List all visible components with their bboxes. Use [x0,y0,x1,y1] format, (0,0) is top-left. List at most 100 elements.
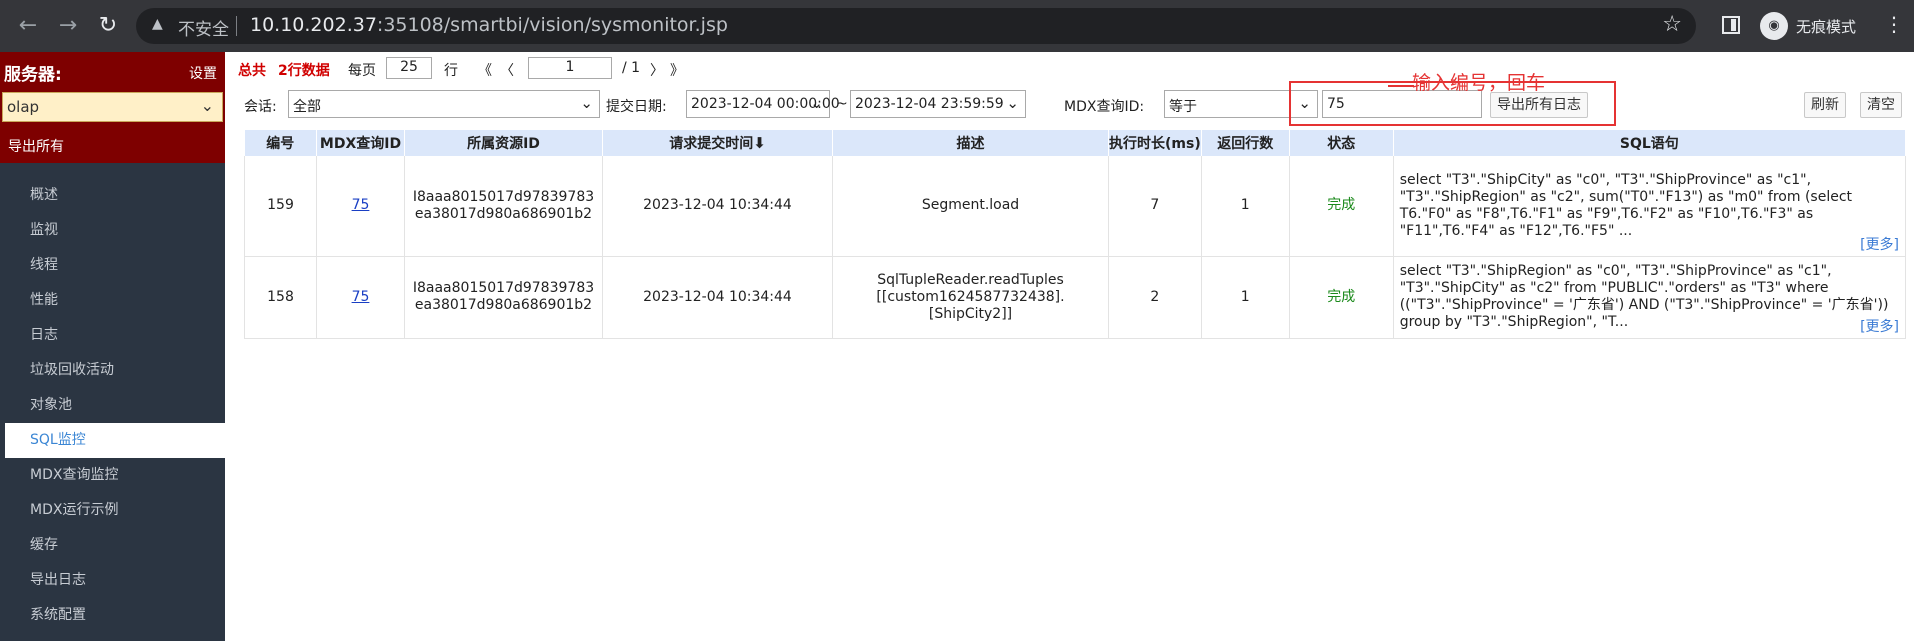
clear-button[interactable]: 清空 [1860,92,1902,118]
operator-value: 等于 [1169,99,1197,115]
sidebar-item-object-pool[interactable]: 对象池 [0,388,225,423]
more-link[interactable]: [更多] [1860,319,1899,336]
total-label: 总共 [238,63,266,79]
first-page-icon[interactable]: 《 [478,60,492,80]
per-page-label: 每页 [348,63,376,79]
cell-duration: 7 [1108,156,1202,257]
chevron-down-icon: ⌄ [810,94,823,112]
column-header[interactable]: 执行时长(ms) [1108,130,1202,156]
sidebar-item-cache[interactable]: 缓存 [0,528,225,563]
prev-page-icon[interactable]: 〈 [500,60,514,80]
annotation-text: 输入编号，回车 [1412,72,1546,94]
last-page-icon[interactable]: 》 [670,60,684,80]
per-page-input[interactable]: 25 [386,57,432,79]
settings-link[interactable]: 设置 [189,63,217,83]
session-select[interactable]: 全部 ⌄ [288,90,600,118]
sidebar-item-sql-monitor[interactable]: SQL监控 [5,423,225,458]
sidebar-item-gc-activity[interactable]: 垃圾回收活动 [0,353,225,388]
side-panel-icon[interactable] [1722,16,1740,34]
sidebar-item-monitor[interactable]: 监视 [0,213,225,248]
main-content: 总共 2行数据 每页 25 行 《 〈 1 / 1 〉 》 会话: 全部 ⌄ 提… [232,52,1914,641]
cell-status: 完成 [1289,156,1394,257]
sidebar-item-export-logs[interactable]: 导出日志 [0,563,225,598]
chevron-down-icon: ⌄ [200,96,214,115]
column-header[interactable]: 编号 [244,130,317,156]
url-text[interactable]: 10.10.202.37:35108/smartbi/vision/sysmon… [250,14,728,36]
sidebar-item-system-config[interactable]: 系统配置 [0,598,225,633]
cell-description: SqlTupleReader.readTuples [[custom162458… [832,256,1109,339]
sidebar-item-performance[interactable]: 性能 [0,283,225,318]
sql-text: select "T3"."ShipCity" as "c0", "T3"."Sh… [1399,171,1853,239]
cell-id: 158 [244,256,317,339]
mdx-id-link[interactable]: 75 [352,289,370,305]
refresh-button[interactable]: 刷新 [1804,92,1846,118]
more-link[interactable]: [更多] [1860,237,1899,254]
session-select-value: 全部 [293,99,321,115]
column-header[interactable]: SQL语句 [1393,130,1907,156]
annotation-line [1388,85,1414,87]
more-menu-icon[interactable]: ⋮ [1884,12,1904,36]
date-to-value: 2023-12-04 23:59:59 [855,96,1004,112]
warning-icon[interactable]: ▲ [152,16,163,32]
incognito-label: 无痕模式 [1796,18,1857,36]
mdx-id-link[interactable]: 75 [352,197,370,213]
column-header-label: 请求提交时间 [669,136,754,152]
filter-bar: 会话: 全部 ⌄ 提交日期: 2023-12-04 00:00:00 ⌄ ~ 2… [232,88,1914,122]
sidebar-item-overview[interactable]: 概述 [0,178,225,213]
cell-mdx-id: 75 [316,156,405,257]
column-header[interactable]: 所属资源ID [404,130,603,156]
export-all-link[interactable]: 导出所有 [8,136,64,156]
server-panel: 服务器: 设置 olap ⌄ 导出所有 [0,52,225,163]
session-label: 会话: [244,99,277,115]
column-header[interactable]: MDX查询ID [316,130,405,156]
date-from-select[interactable]: 2023-12-04 00:00:00 ⌄ [686,90,840,118]
sidebar-item-mdx-run-example[interactable]: MDX运行示例 [0,493,225,528]
cell-rows: 1 [1201,156,1290,257]
cell-status: 完成 [1289,256,1394,339]
column-header[interactable]: 返回行数 [1201,130,1290,156]
cell-mdx-id: 75 [316,256,405,339]
mdx-id-label: MDX查询ID: [1064,99,1145,115]
url-path: :35108/smartbi/vision/sysmonitor.jsp [376,14,728,36]
forward-icon[interactable]: → [54,12,82,40]
incognito-icon: ◉ [1760,12,1788,40]
sidebar-item-logs[interactable]: 日志 [0,318,225,353]
cell-resource-id: I8aaa8015017d97839783ea38017d980a686901b… [404,156,603,257]
date-label: 提交日期: [606,99,667,115]
table-row[interactable]: 158 75 I8aaa8015017d97839783ea38017d980a… [244,256,1907,339]
next-page-icon[interactable]: 〉 [650,60,664,80]
cell-sql: select "T3"."ShipRegion" as "c0", "T3"."… [1393,256,1907,339]
address-bar[interactable]: ▲ 不安全 10.10.202.37:35108/smartbi/vision/… [136,8,1696,44]
page-input[interactable]: 1 [528,57,612,79]
total-count: 2行数据 [278,63,330,79]
cell-rows: 1 [1201,256,1290,339]
divider [236,16,237,36]
reload-icon[interactable]: ↻ [94,12,122,40]
table-header-row: 编号 MDX查询ID 所属资源ID 请求提交时间⬇ 描述 执行时长(ms) 返回… [244,130,1907,156]
column-header[interactable]: 描述 [832,130,1109,156]
cell-description: Segment.load [832,156,1109,257]
insecure-label[interactable]: 不安全 [178,15,229,40]
incognito-indicator[interactable]: ◉ 无痕模式 [1760,10,1896,42]
cell-submit-time: 2023-12-04 10:34:44 [602,156,833,257]
date-to-select[interactable]: 2023-12-04 23:59:59 ⌄ [850,90,1026,118]
date-range-separator: ~ [836,96,848,112]
sidebar-menu: 概述 监视 线程 性能 日志 垃圾回收活动 对象池 SQL监控 MDX查询监控 … [0,178,225,633]
rows-label: 行 [444,63,458,79]
column-header-submit-time[interactable]: 请求提交时间⬇ [602,130,833,156]
cell-id: 159 [244,156,317,257]
back-icon[interactable]: ← [14,12,42,40]
column-header[interactable]: 状态 [1289,130,1394,156]
cell-resource-id: I8aaa8015017d97839783ea38017d980a686901b… [404,256,603,339]
url-host: 10.10.202.37 [250,14,377,36]
server-select[interactable]: olap ⌄ [2,92,223,122]
server-select-value: olap [7,98,40,116]
browser-toolbar: ← → ↻ ▲ 不安全 10.10.202.37:35108/smartbi/v… [0,0,1914,52]
table-row[interactable]: 159 75 I8aaa8015017d97839783ea38017d980a… [244,156,1907,257]
sidebar-item-threads[interactable]: 线程 [0,248,225,283]
sort-desc-icon[interactable]: ⬇ [753,134,766,152]
cell-duration: 2 [1108,256,1202,339]
bookmark-star-icon[interactable]: ☆ [1662,12,1682,37]
sidebar-item-mdx-query-monitor[interactable]: MDX查询监控 [0,458,225,493]
sql-text: select "T3"."ShipRegion" as "c0", "T3"."… [1399,263,1889,330]
